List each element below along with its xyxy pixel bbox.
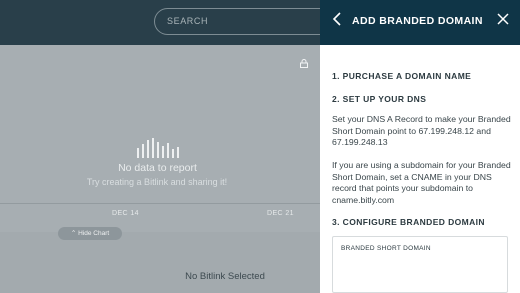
empty-bitlink-label: No Bitlink Selected	[185, 271, 265, 282]
empty-chart-hint[interactable]: Try creating a Bitlink and sharing it!	[72, 177, 242, 187]
hide-chart-label: Hide Chart	[78, 230, 110, 237]
empty-chart-title: No data to report	[118, 162, 197, 174]
branded-short-domain-label: BRANDED SHORT DOMAIN	[341, 245, 431, 252]
panel-header: ADD BRANDED DOMAIN	[320, 0, 520, 45]
step-configure-domain: 3. CONFIGURE BRANDED DOMAIN	[332, 217, 485, 227]
step-purchase-domain: 1. PURCHASE A DOMAIN NAME	[332, 71, 472, 81]
hide-chart-button[interactable]: ⌃ Hide Chart	[58, 227, 122, 240]
chart-axis	[0, 203, 320, 204]
date-label: DEC 14	[112, 210, 139, 217]
chevron-up-icon: ⌃	[70, 230, 77, 237]
dns-instructions: Set your DNS A Record to make your Brand…	[332, 114, 511, 148]
subdomain-instructions: If you are using a subdomain for your Br…	[332, 160, 511, 205]
back-chevron-icon[interactable]	[332, 11, 348, 31]
lock-icon	[300, 59, 308, 68]
branded-short-domain-field[interactable]: BRANDED SHORT DOMAIN	[332, 236, 508, 293]
add-branded-domain-panel: ADD BRANDED DOMAIN 1. PURCHASE A DOMAIN …	[320, 0, 520, 293]
step-setup-dns: 2. SET UP YOUR DNS	[332, 94, 427, 104]
close-icon[interactable]	[495, 12, 511, 30]
bar-chart-icon	[137, 138, 183, 158]
panel-title: ADD BRANDED DOMAIN	[352, 15, 483, 27]
date-label: DEC 21	[267, 210, 294, 217]
